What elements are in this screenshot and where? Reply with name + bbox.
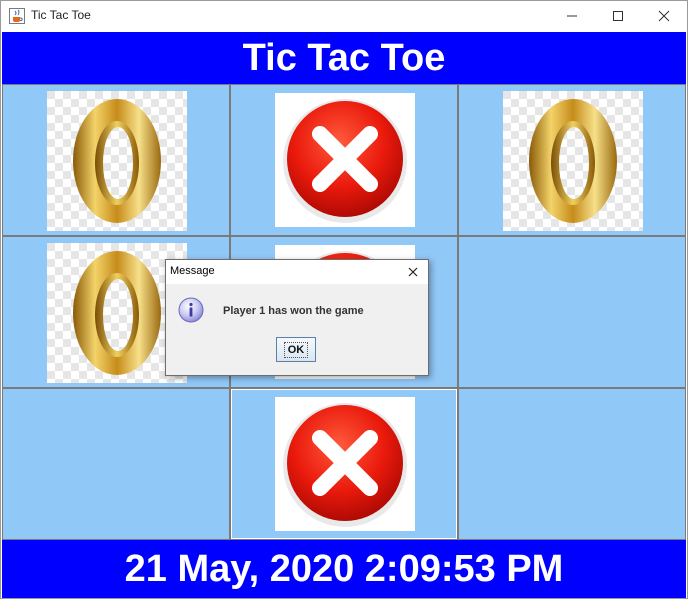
o-mark-icon: [47, 91, 187, 231]
dialog-message: Player 1 has won the game: [223, 305, 364, 317]
x-mark-icon: [275, 397, 415, 531]
datetime-banner: 21 May, 2020 2:09:53 PM: [2, 540, 686, 598]
board-cell-9[interactable]: [458, 388, 686, 540]
maximize-icon: [613, 11, 623, 21]
board-cell-1[interactable]: [2, 84, 230, 236]
window-title: Tic Tac Toe: [31, 8, 91, 22]
board-cell-8[interactable]: [230, 388, 458, 540]
board-cell-7[interactable]: [2, 388, 230, 540]
ok-button[interactable]: OK: [276, 337, 316, 362]
x-mark-icon: [275, 93, 415, 227]
ok-button-label: OK: [283, 341, 309, 358]
close-icon: [658, 10, 670, 22]
board-cell-3[interactable]: [458, 84, 686, 236]
message-dialog: Message Player 1 has won the game OK: [165, 259, 429, 376]
board-cell-2[interactable]: [230, 84, 458, 236]
info-icon: [178, 297, 204, 323]
close-icon: [408, 267, 418, 277]
dialog-titlebar[interactable]: Message: [166, 260, 428, 284]
minimize-icon: [567, 15, 577, 17]
maximize-button[interactable]: [595, 1, 641, 31]
java-cup-icon: [9, 8, 25, 24]
board-cell-6[interactable]: [458, 236, 686, 388]
close-button[interactable]: [641, 1, 687, 31]
dialog-title: Message: [170, 265, 215, 277]
window-titlebar[interactable]: Tic Tac Toe: [1, 1, 687, 31]
o-mark-icon: [503, 91, 643, 231]
dialog-close-button[interactable]: [404, 263, 422, 281]
game-title-banner: Tic Tac Toe: [2, 32, 686, 84]
minimize-button[interactable]: [549, 1, 595, 31]
